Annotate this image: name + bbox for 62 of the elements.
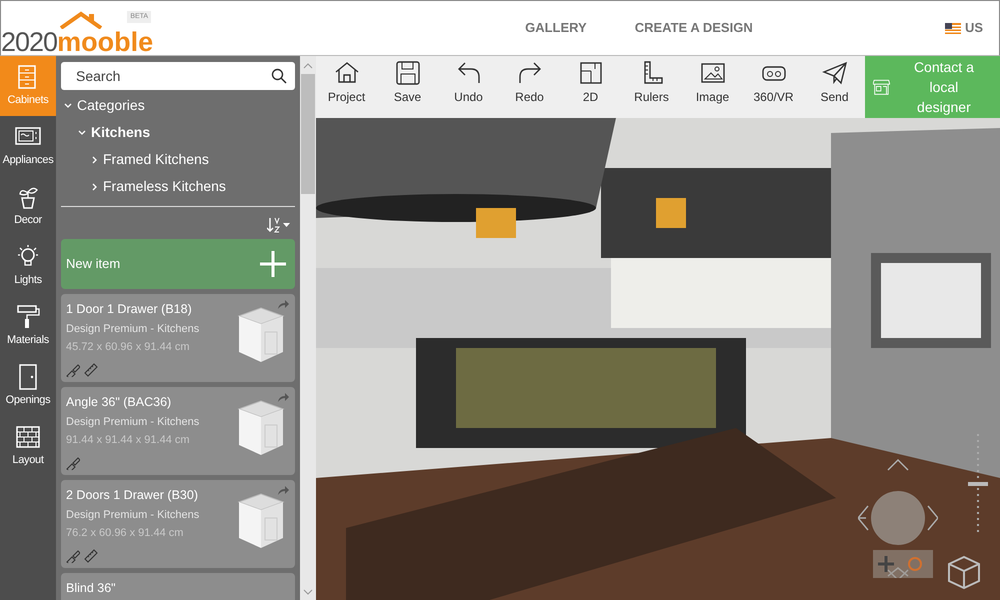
tree-item[interactable]: Framed Kitchens xyxy=(61,146,209,173)
paper-plane-icon xyxy=(822,60,848,86)
sidebar-tab[interactable]: Openings xyxy=(0,356,56,416)
house-logo-icon xyxy=(59,10,104,28)
sidebar-tab[interactable]: Materials xyxy=(0,296,56,356)
sort-icon xyxy=(267,217,291,233)
tree-item[interactable]: Categories xyxy=(61,92,145,119)
plus-icon xyxy=(259,250,287,278)
chevron-right-icon xyxy=(92,182,98,190)
sidebar-tab[interactable]: Decor xyxy=(0,176,56,236)
zoom-slider[interactable] xyxy=(968,434,988,534)
paintbrush-icon xyxy=(66,363,80,377)
scroll-up-icon xyxy=(303,62,313,70)
chevron-down-icon xyxy=(78,130,86,136)
scrollbar-thumb[interactable] xyxy=(301,74,315,194)
product-name: Angle 36" (BAC36) xyxy=(66,394,172,411)
flag-icon xyxy=(944,22,961,34)
search-icon xyxy=(271,68,287,84)
sidebar-tab[interactable]: Appliances xyxy=(0,116,56,176)
toolbar-button[interactable]: Image xyxy=(682,56,742,118)
toolbar-button[interactable]: Redo xyxy=(500,56,560,118)
chevron-right-icon xyxy=(92,156,98,164)
toolbar-button[interactable]: Undo xyxy=(438,56,498,118)
undo-icon xyxy=(456,60,482,86)
product-size: 76.2 x 60.96 x 91.44 cm xyxy=(66,526,184,542)
toolbar-button[interactable]: 360/VR xyxy=(744,56,804,118)
nav-link[interactable]: GALLERY xyxy=(525,18,587,38)
paintbrush-icon xyxy=(66,549,80,563)
sidebar-tab[interactable]: Layout xyxy=(0,416,56,476)
share-arrow-icon xyxy=(277,486,289,496)
search-field[interactable]: Search xyxy=(61,62,295,90)
floor-plan-icon xyxy=(578,60,604,86)
product-name: 2 Doors 1 Drawer (B30) xyxy=(66,487,199,504)
toolbar-button[interactable]: Send xyxy=(804,56,864,118)
scroll-down-icon xyxy=(303,588,313,596)
paintbrush-icon xyxy=(66,456,80,470)
nav-link[interactable]: CREATE A DESIGN xyxy=(634,18,753,38)
brick-wall-icon xyxy=(15,424,41,450)
tree-item[interactable]: Frameless Kitchens xyxy=(61,173,226,200)
sidebar-tab[interactable]: Lights xyxy=(0,236,56,296)
view-cube-icon xyxy=(946,554,982,590)
slider-thumb[interactable] xyxy=(968,482,988,486)
tree-item[interactable]: Kitchens xyxy=(61,119,150,146)
toolbar-button[interactable]: Save xyxy=(378,56,438,118)
product-size: 91.44 x 91.44 x 91.44 cm xyxy=(66,433,191,448)
paint-roller-icon xyxy=(15,304,41,330)
share-arrow-icon xyxy=(277,393,289,403)
product-collection: Design Premium - Kitchens xyxy=(66,322,200,337)
locale-selector[interactable]: US xyxy=(964,18,983,38)
product-collection: Design Premium - Kitchens xyxy=(66,508,200,523)
toolbar-button[interactable]: 2D xyxy=(560,56,620,118)
product-collection: Design Premium - Kitchens xyxy=(66,414,200,430)
product-name: Blind 36" xyxy=(66,580,117,597)
logo-digits: 2020 xyxy=(1,28,58,56)
toolbar-button[interactable]: Project xyxy=(316,56,376,118)
chevron-down-icon xyxy=(64,102,72,108)
product-size: 45.72 x 60.96 x 91.44 cm xyxy=(66,340,191,356)
logo-brand: mooble xyxy=(57,28,154,56)
product-name: 1 Door 1 Drawer (B18) xyxy=(66,301,193,318)
share-arrow-icon xyxy=(277,300,289,310)
redo-icon xyxy=(516,60,542,86)
toolbar-button[interactable]: Rulers xyxy=(622,56,682,118)
